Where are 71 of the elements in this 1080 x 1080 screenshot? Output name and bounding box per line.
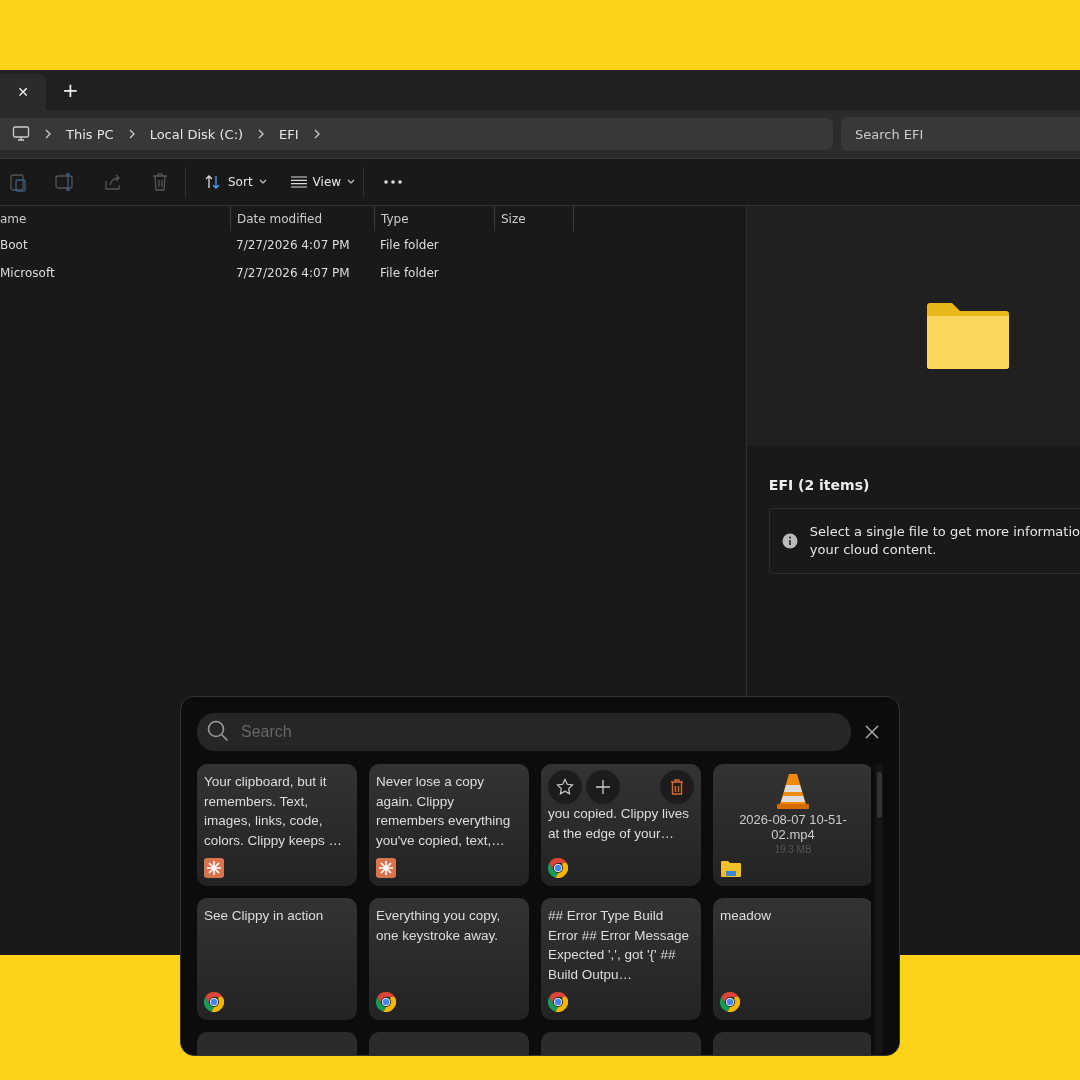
chevron-icon	[257, 129, 266, 139]
list-icon	[290, 176, 307, 188]
search-field[interactable]: Search	[197, 713, 851, 751]
file-name: 2026-08-07 10-51-02.mp4	[738, 812, 848, 842]
share-icon[interactable]	[103, 173, 123, 191]
folder-icon	[720, 860, 742, 878]
computer-icon	[12, 126, 30, 142]
sort-icon	[204, 174, 222, 190]
browser-icon	[376, 992, 396, 1012]
sparkle-app-icon	[376, 858, 396, 878]
clipboard-card[interactable]: meadow	[713, 898, 871, 1020]
browser-icon	[548, 992, 568, 1012]
scrollbar[interactable]	[875, 764, 883, 1055]
browser-icon	[204, 992, 224, 1012]
info-text: Select a single file to get more informatio your cloud content.	[809, 523, 1080, 559]
browser-icon	[720, 992, 740, 1012]
star-icon	[556, 778, 574, 796]
breadcrumb-item[interactable]: This PC	[66, 126, 114, 142]
chevron-down-icon	[258, 179, 267, 185]
clipboard-card[interactable]: See Clippy in action	[197, 898, 357, 1020]
clipboard-card[interactable]: Never lose a copy again. Clippy remembers everything you've copied, text,…	[369, 764, 529, 886]
chevron-icon	[312, 129, 321, 139]
info-icon	[781, 533, 798, 549]
trash-icon	[670, 778, 684, 796]
close-icon[interactable]	[865, 725, 879, 739]
clipboard-card[interactable]: ## Error Type Build Error ## Error Message Expected ',', got '{' ## Build Outpu…	[541, 898, 701, 1020]
clipboard-card[interactable]: Everything you copy, one keystroke away.	[369, 898, 529, 1020]
chevron-icon	[127, 129, 136, 139]
clipboard-card[interactable]: Your clipboard, but it remembers. Text, images, links, code, colors. Clippy keeps …	[197, 764, 357, 886]
clip-text: See Clippy in action	[204, 907, 325, 925]
column-header[interactable]: ame	[0, 206, 230, 231]
type-cell-text: File folder	[379, 266, 440, 280]
date-modified-cell-text: 7/27/2026 4:07 PM	[235, 266, 351, 280]
clip-text: ## Error Type Build Error ## Error Message Expected ',', got '{' ## Build Outpu…	[548, 907, 691, 984]
add-button[interactable]	[586, 770, 620, 804]
rename-icon[interactable]	[55, 173, 75, 191]
explorer-tab[interactable]: ✕	[0, 74, 46, 110]
traffic-cone-icon	[776, 772, 810, 810]
folder-icon	[925, 302, 1012, 370]
clip-text: you copied. Clippy lives at the edge of your…	[548, 805, 691, 843]
column-header[interactable]: Size	[494, 206, 574, 231]
details-title: EFI (2 items)	[768, 477, 871, 493]
view-button[interactable]: View	[286, 171, 360, 193]
clip-text: Never lose a copy again. Clippy remembers everything you've copied, text,…	[376, 773, 512, 850]
file-name[interactable]: Microsoft	[0, 266, 230, 280]
clip-text: Everything you copy, one keystroke away.	[376, 907, 502, 945]
browser-icon	[548, 858, 568, 878]
delete-button[interactable]	[660, 770, 694, 804]
chevron-down-icon	[347, 179, 356, 185]
clip-text: meadow	[720, 907, 773, 925]
sparkle-app-icon	[204, 858, 224, 878]
new-tab-button[interactable]: +	[62, 78, 79, 102]
plus-icon	[595, 779, 611, 795]
clip-text: Your clipboard, but it remembers. Text, images, links, code, colors. Clippy keeps …	[204, 773, 344, 850]
breadcrumb-item[interactable]: EFI	[279, 126, 299, 142]
star-button[interactable]	[548, 770, 582, 804]
delete-icon[interactable]	[151, 172, 169, 192]
clipboard-card[interactable]: you copied. Clippy lives at the edge of your…	[541, 764, 701, 886]
sort-button[interactable]: Sort	[200, 170, 271, 194]
search-field[interactable]: Search EFI	[841, 117, 1080, 151]
date-modified-cell-text: 7/27/2026 4:07 PM	[235, 238, 351, 252]
more-options-icon[interactable]	[384, 180, 403, 184]
chevron-icon	[44, 129, 52, 139]
address-bar[interactable]: This PC Local Disk (C:) EFI	[0, 118, 833, 150]
column-header[interactable]: Type	[374, 206, 494, 231]
file-name[interactable]: Boot	[0, 238, 230, 252]
paste-icon[interactable]	[9, 172, 27, 192]
breadcrumb-item[interactable]: Local Disk (C:)	[149, 126, 244, 142]
column-header[interactable]: Date modified	[230, 206, 374, 231]
close-tab-button[interactable]: ✕	[17, 84, 29, 100]
type-cell-text: File folder	[379, 238, 440, 252]
